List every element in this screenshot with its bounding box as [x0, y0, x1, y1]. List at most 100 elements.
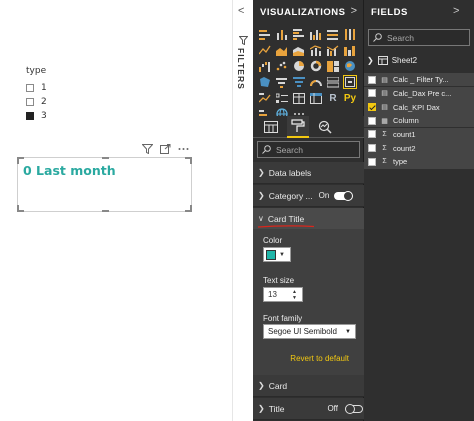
filter-icon[interactable] [142, 144, 153, 154]
field-checkbox[interactable] [368, 75, 376, 84]
revert-to-default-link[interactable]: Revert to default [290, 354, 349, 363]
funnel-chart-icon[interactable] [292, 75, 306, 89]
fields-search-input[interactable] [387, 32, 467, 43]
resize-handle[interactable] [17, 157, 19, 164]
resize-handle[interactable] [102, 157, 109, 159]
visualizations-pane: VISUALIZATIONS > R Py Search ❯ Data labe… [253, 0, 364, 421]
title-section[interactable]: ❯ Title Off [253, 398, 364, 420]
fields-search-box[interactable] [368, 29, 470, 46]
expand-fields-chevron-icon[interactable]: > [453, 5, 459, 17]
decrement-icon[interactable]: ▼ [292, 295, 297, 301]
search-icon [373, 33, 382, 42]
map-icon[interactable] [343, 59, 357, 73]
stacked-column-chart-icon[interactable] [275, 27, 289, 41]
field-checkbox[interactable] [368, 103, 376, 112]
ribbon-chart-icon[interactable] [343, 43, 357, 57]
resize-handle[interactable] [190, 205, 192, 212]
sigma-icon: Σ [382, 130, 387, 138]
python-visual-icon[interactable]: Py [343, 91, 357, 105]
format-search-input[interactable] [276, 144, 356, 155]
more-options-icon[interactable] [178, 144, 189, 154]
field-item[interactable]: Σcount1 [364, 127, 474, 142]
kpi-icon[interactable] [258, 91, 272, 105]
category-label-toggle[interactable] [334, 190, 354, 201]
slicer-checkbox[interactable] [26, 112, 34, 120]
field-item[interactable]: Σtype [364, 155, 474, 169]
font-family-dropdown[interactable]: Segoe UI Semibold ▼ [263, 324, 356, 339]
resize-handle[interactable] [17, 205, 19, 212]
field-item[interactable]: ▤ Calc_Dax Pre c... [364, 86, 474, 101]
table-icon[interactable] [292, 91, 306, 105]
chevron-down-icon: ∨ [258, 214, 264, 223]
slicer-item[interactable]: 3 [26, 109, 47, 123]
title-toggle[interactable] [344, 403, 363, 414]
gauge-icon[interactable] [309, 75, 323, 89]
text-size-stepper[interactable]: ▲ ▼ [263, 287, 303, 302]
magnifier-analytics-icon [318, 120, 332, 134]
resize-handle[interactable] [190, 157, 192, 164]
type-slicer: type 1 2 3 [26, 66, 47, 123]
line-and-clustered-column-icon[interactable] [326, 43, 340, 57]
slicer-item[interactable]: 1 [26, 81, 47, 95]
slicer-icon[interactable] [275, 91, 289, 105]
search-icon [262, 145, 271, 154]
format-search-box[interactable] [257, 141, 360, 158]
matrix-icon[interactable] [309, 91, 323, 105]
field-checkbox[interactable] [368, 144, 376, 153]
analytics-tab[interactable] [314, 116, 336, 138]
card-section[interactable]: ❯ Card [253, 375, 364, 397]
card-visual-icon[interactable] [343, 75, 357, 89]
donut-chart-icon[interactable] [309, 59, 323, 73]
card-title: 0 Last month [23, 163, 116, 178]
field-item[interactable]: ▤ Calc_KPI Dax [364, 100, 474, 114]
category-label-section[interactable]: ❯ Category ... On [253, 185, 364, 207]
line-and-column-chart-icon[interactable] [309, 43, 323, 57]
resize-handle[interactable] [102, 210, 109, 212]
field-name: type [393, 157, 408, 167]
field-item[interactable]: ▦ Column [364, 114, 474, 128]
waterfall-chart-icon[interactable] [258, 59, 272, 73]
treemap-icon[interactable] [326, 59, 340, 73]
line-chart-icon[interactable] [258, 43, 272, 57]
area-chart-icon[interactable] [275, 43, 289, 57]
expand-chevron-icon[interactable]: > [351, 5, 357, 17]
filled-map-icon[interactable] [258, 75, 272, 89]
format-tab[interactable] [287, 116, 309, 138]
slicer-item[interactable]: 2 [26, 95, 47, 109]
field-checkbox[interactable] [368, 130, 376, 139]
title-color-picker[interactable]: ▼ [263, 247, 291, 262]
clustered-bar-chart-icon[interactable] [292, 27, 306, 41]
slicer-title: type [26, 66, 47, 76]
field-item[interactable]: ▤ Calc _ Filter Ty... [364, 73, 474, 87]
field-checkbox[interactable] [368, 157, 376, 166]
clustered-column-chart-icon[interactable] [309, 27, 323, 41]
collapse-filters-chevron-icon[interactable]: < [238, 5, 244, 17]
100-stacked-bar-icon[interactable] [326, 27, 340, 41]
column-icon: ▦ [381, 117, 388, 125]
100-stacked-column-icon[interactable] [343, 27, 357, 41]
shape-map-icon[interactable] [275, 75, 289, 89]
text-size-input[interactable] [264, 290, 292, 299]
pie-chart-icon[interactable] [292, 59, 306, 73]
r-script-visual-icon[interactable]: R [326, 91, 340, 105]
focus-mode-icon[interactable] [160, 144, 171, 154]
toggle-state-label: Off [327, 404, 338, 413]
multi-row-card-icon[interactable] [326, 75, 340, 89]
field-checkbox[interactable] [368, 89, 376, 98]
stacked-bar-chart-icon[interactable] [258, 27, 272, 41]
filters-pane-collapsed[interactable]: < FILTERS [232, 0, 253, 421]
visual-pane-tabs [253, 116, 364, 138]
fields-well-icon [264, 121, 278, 133]
stepper-buttons[interactable]: ▲ ▼ [292, 289, 297, 301]
scatter-chart-icon[interactable] [275, 59, 289, 73]
fields-tab[interactable] [260, 116, 282, 138]
field-checkbox[interactable] [368, 116, 376, 125]
data-labels-section[interactable]: ❯ Data labels [253, 162, 364, 184]
card-visual[interactable]: 0 Last month [17, 157, 192, 212]
table-node[interactable]: ❯ Sheet2 [367, 56, 417, 65]
stacked-area-chart-icon[interactable] [292, 43, 306, 57]
slicer-checkbox[interactable] [26, 84, 34, 92]
field-item[interactable]: Σcount2 [364, 141, 474, 155]
expand-chevron-icon[interactable]: ❯ [367, 56, 374, 65]
slicer-checkbox[interactable] [26, 98, 34, 106]
